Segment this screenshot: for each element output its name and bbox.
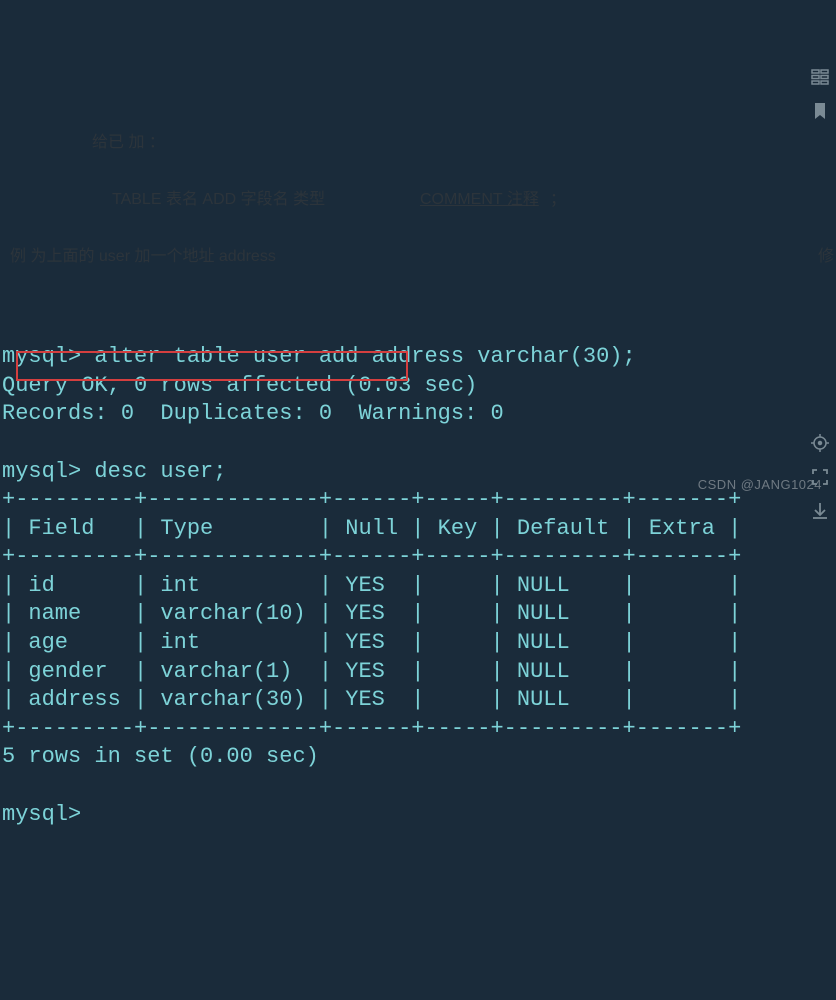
rows-summary: 5 rows in set (0.00 sec) (2, 744, 319, 769)
table-row: | gender | varchar(1) | YES | | NULL | | (2, 659, 741, 684)
table-header: | Field | Type | Null | Key | Default | … (2, 516, 741, 541)
table-row: | address | varchar(30) | YES | | NULL |… (2, 687, 741, 712)
ghost-text: COMMENT 注释 (420, 190, 539, 211)
menu-icon[interactable] (810, 10, 830, 30)
bookmark-icon[interactable] (810, 44, 830, 64)
ghost-text: TABLE 表名 ADD 字段名 类型 (112, 190, 325, 211)
table-row: | age | int | YES | | NULL | | (2, 630, 741, 655)
query-result: Records: 0 Duplicates: 0 Warnings: 0 (2, 401, 504, 426)
table-border: +---------+-------------+------+-----+--… (2, 544, 741, 569)
ghost-text: 给已 加 ： (92, 133, 165, 154)
table-row: | name | varchar(10) | YES | | NULL | | (2, 601, 741, 626)
ghost-text: 例 为上面的 user 加一个地址 address (10, 247, 276, 268)
table-border: +---------+-------------+------+-----+--… (2, 716, 741, 741)
ghost-text: ； (550, 190, 566, 211)
highlight-box (16, 351, 408, 381)
target-icon[interactable] (810, 376, 830, 396)
fullscreen-icon[interactable] (810, 410, 830, 430)
terminal-output: mysql> alter table user add address varc… (2, 315, 836, 830)
prompt: mysql> (2, 802, 81, 827)
ghost-text: 修 (818, 247, 834, 268)
prompt: mysql> (2, 459, 81, 484)
table-row: | id | int | YES | | NULL | | (2, 573, 741, 598)
command: desc user; (94, 459, 226, 484)
download-icon[interactable] (810, 444, 830, 464)
